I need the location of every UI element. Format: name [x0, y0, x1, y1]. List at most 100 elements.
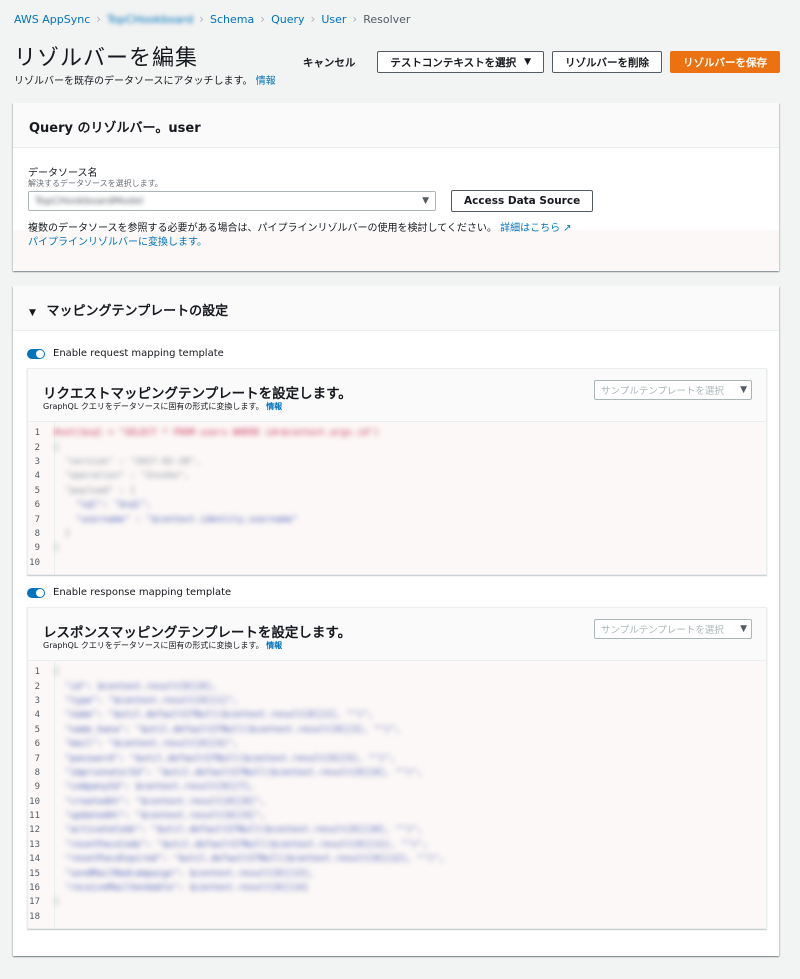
line-number: 1 [34, 667, 40, 678]
code-text: "mail": "$context.result[0][4]", [54, 739, 239, 750]
code-line: 4 "name": "$util.defaultIfNull($context.… [28, 708, 766, 722]
code-text: "operation" : "Invoke", [54, 471, 190, 482]
mapping-panel-header[interactable]: ▼ マッピングテンプレートの設定 [13, 286, 779, 331]
response-mapping-toggle[interactable] [27, 587, 45, 598]
caret-down-icon: ▼ [524, 57, 531, 67]
code-line: 7 "password": "$util.defaultIfNull($cont… [28, 751, 766, 765]
code-line: 9} [28, 541, 766, 555]
response-editor-subtitle: GraphQL クエリをデータソースに固有の形式に変換します。 情報 [43, 640, 282, 651]
access-data-source-button[interactable]: Access Data Source [451, 190, 594, 212]
details-link[interactable]: 詳細はこちら ↗ [500, 223, 571, 234]
breadcrumb-api[interactable]: TopCHookboard [107, 13, 193, 26]
code-text: #set($sql = "SELECT * FROM users WHERE i… [54, 428, 380, 439]
mapping-panel-title: マッピングテンプレートの設定 [46, 304, 229, 319]
info-link[interactable]: 情報 [256, 76, 276, 87]
code-text: } [54, 543, 60, 554]
request-editor-subtitle-text: GraphQL クエリをデータソースに固有の形式に変換します。 [43, 402, 264, 411]
line-number: 9 [34, 782, 40, 793]
mapping-template-panel: ▼ マッピングテンプレートの設定 Enable request mapping … [13, 286, 779, 956]
request-editor-title: リクエストマッピングテンプレートを設定します。 [43, 386, 352, 402]
code-text: { [54, 667, 60, 678]
response-toggle-label: Enable response mapping template [53, 587, 232, 598]
delete-resolver-button[interactable]: リゾルバーを削除 [552, 51, 662, 73]
code-text: } [54, 897, 60, 908]
code-line: 16 "receiveMailSendable": $context.resul… [28, 881, 766, 895]
code-line: 18 [28, 910, 766, 924]
code-line: 17} [28, 895, 766, 909]
code-text: "resetPassCode": "$util.defaultIfNull($c… [54, 839, 428, 850]
line-number: 1 [34, 428, 40, 439]
datasource-hint: 解決するデータソースを選択します。 [28, 179, 163, 188]
code-text: { [54, 442, 60, 453]
breadcrumb-query[interactable]: Query [271, 13, 304, 26]
line-number: 8 [34, 767, 40, 778]
page-title: リゾルバーを編集 [14, 46, 199, 71]
request-code-area[interactable]: 1 #set($sql = "SELECT * FROM users WHERE … [28, 422, 766, 574]
request-editor-header: リクエストマッピングテンプレートを設定します。 GraphQL クエリをデータソ… [28, 369, 766, 422]
chevron-right-icon: › [199, 12, 205, 26]
caret-down-icon: ▼ [29, 308, 36, 318]
response-code-area[interactable]: 1{2 "id": $context.result[0][0], 3 "type"… [28, 661, 766, 929]
code-line: 7 "username" : "$context.identity.userna… [28, 512, 766, 526]
line-number: 5 [34, 724, 40, 735]
response-sample-template-select[interactable]: サンプルテンプレートを選択 ▼ [594, 619, 752, 639]
line-number: 15 [29, 868, 40, 879]
line-number: 2 [34, 442, 40, 453]
request-mapping-toggle[interactable] [27, 348, 45, 359]
code-text: "id": $context.result[0][0], [54, 681, 217, 692]
request-info-link[interactable]: 情報 [266, 402, 282, 411]
select-test-context-button[interactable]: テストコンテキストを選択 ▼ [377, 51, 544, 73]
code-line: 5 "payload" : { [28, 484, 766, 498]
request-sample-template-select[interactable]: サンプルテンプレートを選択 ▼ [594, 380, 752, 400]
breadcrumb-resolver: Resolver [363, 12, 411, 26]
datasource-label: データソース名 [28, 168, 98, 179]
select-test-context-label: テストコンテキストを選択 [390, 56, 517, 69]
cancel-button[interactable]: キャンセル [289, 51, 370, 73]
convert-pipeline-row: パイプラインリゾルバーに変換します。 [28, 233, 207, 248]
line-number: 3 [34, 456, 40, 467]
save-resolver-button[interactable]: リゾルバーを保存 [670, 51, 780, 73]
chevron-right-icon: › [310, 12, 316, 26]
line-number: 16 [29, 883, 40, 894]
line-number: 2 [34, 681, 40, 692]
request-template-editor: リクエストマッピングテンプレートを設定します。 GraphQL クエリをデータソ… [27, 368, 767, 575]
code-line: 15 "sendMailMadcampaign": $context.resul… [28, 866, 766, 880]
request-toggle-label: Enable request mapping template [53, 348, 224, 359]
code-text: "password": "$util.defaultIfNull($contex… [54, 753, 396, 764]
line-number: 4 [34, 471, 40, 482]
chevron-right-icon: › [96, 12, 102, 26]
line-number: 6 [34, 739, 40, 750]
code-line: 14 "resetPassExpired": "$util.defaultIfN… [28, 852, 766, 866]
response-template-editor: レスポンスマッピングテンプレートを設定します。 GraphQL クエリをデータソ… [27, 607, 767, 930]
response-info-link[interactable]: 情報 [266, 641, 282, 650]
code-text: "name_kana": "$util.defaultIfNull($conte… [54, 724, 401, 735]
code-text: "version" : "2017-02-28", [54, 456, 201, 467]
code-text: "username" : "$context.identity.username… [54, 514, 298, 525]
code-line: 6 "mail": "$context.result[0][4]", [28, 737, 766, 751]
line-number: 10 [29, 796, 40, 807]
breadcrumb-appsync[interactable]: AWS AppSync [14, 13, 90, 26]
response-editor-subtitle-text: GraphQL クエリをデータソースに固有の形式に変換します。 [43, 641, 264, 650]
code-line: 1{ [28, 665, 766, 679]
line-number: 4 [34, 710, 40, 721]
code-line: 5 "name_kana": "$util.defaultIfNull($con… [28, 723, 766, 737]
convert-pipeline-link[interactable]: パイプラインリゾルバーに変換します。 [28, 237, 207, 248]
request-editor-subtitle: GraphQL クエリをデータソースに固有の形式に変換します。 情報 [43, 401, 282, 412]
line-number: 7 [34, 514, 40, 525]
code-line: 8 } [28, 527, 766, 541]
datasource-select[interactable]: TopCHookboardModel ▼ [28, 191, 436, 211]
breadcrumb-schema[interactable]: Schema [210, 13, 254, 26]
request-toggle-row: Enable request mapping template [27, 348, 224, 359]
breadcrumb-user[interactable]: User [321, 13, 346, 26]
chevron-right-icon: › [260, 12, 266, 26]
external-link-icon: ↗ [563, 223, 572, 234]
response-editor-title: レスポンスマッピングテンプレートを設定します。 [43, 625, 352, 641]
line-number: 14 [29, 854, 40, 865]
code-text: "sendMailMadcampaign": $context.result[0… [54, 868, 315, 879]
code-line: 8 "imprsonatorId": "$util.defaultIfNull(… [28, 766, 766, 780]
code-text: "name": "$util.defaultIfNull($context.re… [54, 710, 374, 721]
code-line: 9 "companyId": $context.result[0][7], [28, 780, 766, 794]
line-number: 18 [29, 911, 40, 922]
code-line: 12 "activateCode": "$util.defaultIfNull(… [28, 823, 766, 837]
code-line: 2{ [28, 440, 766, 454]
